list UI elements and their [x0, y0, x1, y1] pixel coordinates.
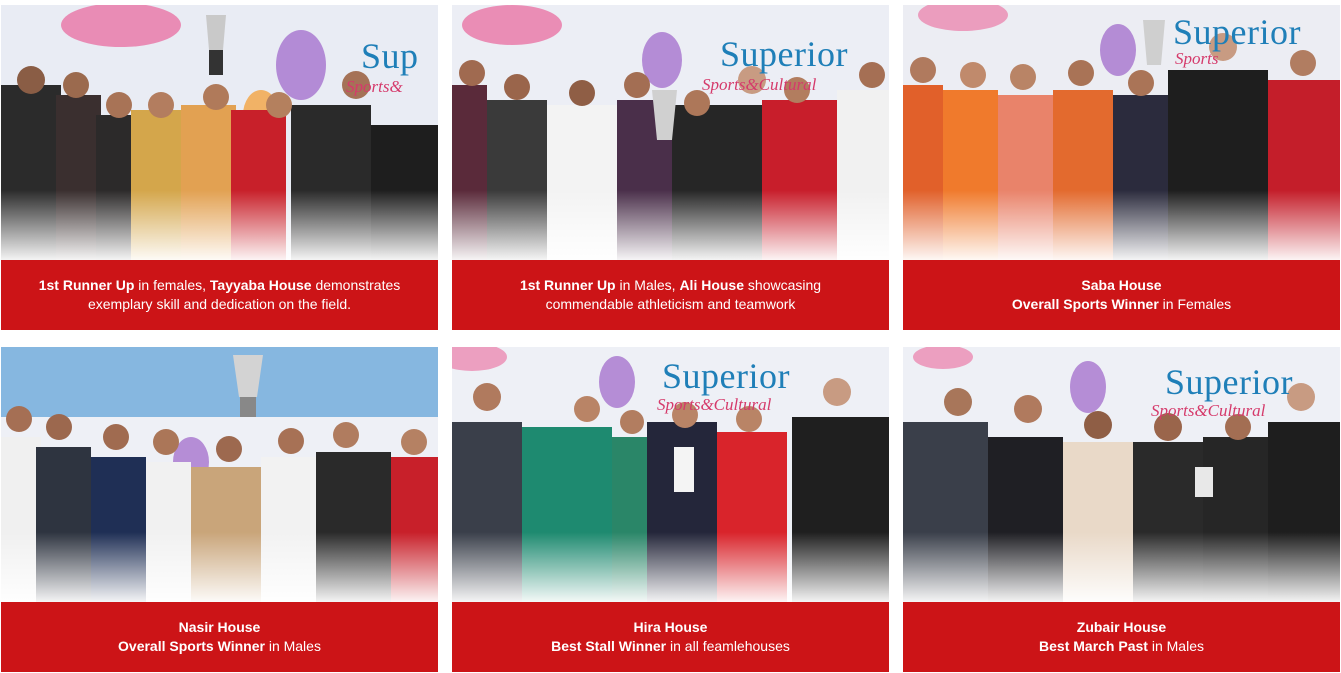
caption-title: Zubair House [1076, 619, 1167, 635]
caption-title: Nasir House [178, 619, 261, 635]
award-photo: Superior Sports&Cultural [903, 347, 1340, 602]
award-photo: Superior Sports [903, 5, 1340, 260]
award-card-nasir-house[interactable]: Nasir House Overall Sports Winner in Mal… [1, 347, 438, 672]
award-caption: Nasir House Overall Sports Winner in Mal… [1, 602, 438, 672]
caption-award: Overall Sports Winner in Females [1011, 296, 1232, 312]
award-photo [1, 347, 438, 602]
award-caption: Hira House Best Stall Winner in all feam… [452, 602, 889, 672]
award-card-ali-house[interactable]: Superior Sports&Cultural 1st Runner Up i… [452, 5, 889, 330]
award-card-tayyaba-house[interactable]: Sup Sports& 1st Runner Up in females, Ta… [1, 5, 438, 330]
banner-logo-text: Superior [1173, 12, 1301, 52]
award-card-zubair-house[interactable]: Superior Sports&Cultural Zubair House Be… [903, 347, 1340, 672]
banner-logo-text: Superior [720, 34, 848, 74]
caption-award: Best March Past in Males [1039, 638, 1204, 654]
award-photo: Sup Sports& [1, 5, 438, 260]
caption-award: Overall Sports Winner in Males [118, 638, 321, 654]
banner-logo-subtext: Sports&Cultural [657, 395, 772, 414]
award-card-hira-house[interactable]: Superior Sports&Cultural Hira House Best… [452, 347, 889, 672]
caption-title: Hira House [633, 619, 708, 635]
award-caption: 1st Runner Up in Males, Ali House showca… [452, 260, 889, 330]
banner-logo-subtext: Sports& [346, 77, 403, 96]
banner-logo-text: Superior [1165, 362, 1293, 402]
award-caption: Zubair House Best March Past in Males [903, 602, 1340, 672]
award-caption: Saba House Overall Sports Winner in Fema… [903, 260, 1340, 330]
banner-logo-text: Sup [361, 36, 419, 76]
caption-award: Best Stall Winner in all feamlehouses [551, 638, 790, 654]
caption-line-2: exemplary skill and dedication on the fi… [87, 296, 352, 312]
caption-line-1: 1st Runner Up in Males, Ali House showca… [519, 277, 822, 293]
caption-line-1: 1st Runner Up in females, Tayyaba House … [38, 277, 401, 293]
caption-title: Saba House [1081, 277, 1162, 293]
banner-logo-text: Superior [662, 356, 790, 396]
award-photo: Superior Sports&Cultural [452, 5, 889, 260]
award-photo: Superior Sports&Cultural [452, 347, 889, 602]
caption-line-2: commendable athleticism and teamwork [545, 296, 796, 312]
banner-logo-subtext: Sports&Cultural [1151, 401, 1266, 420]
banner-logo-subtext: Sports&Cultural [702, 75, 817, 94]
award-card-saba-house[interactable]: Superior Sports Saba House Overall Sport… [903, 5, 1340, 330]
banner-logo-subtext: Sports [1175, 49, 1219, 68]
award-caption: 1st Runner Up in females, Tayyaba House … [1, 260, 438, 330]
